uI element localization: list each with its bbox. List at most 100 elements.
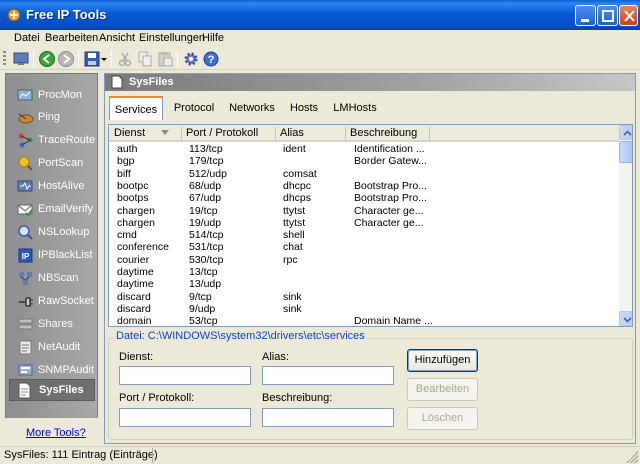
column-header-beschreibung[interactable]: Beschreibung <box>350 127 417 139</box>
port-protokoll-input[interactable] <box>119 408 251 427</box>
sidebar-item-procmon[interactable]: ProcMon <box>9 85 95 106</box>
tab-lmhosts[interactable]: LMHosts <box>329 96 381 120</box>
menu-bearbeiten[interactable]: Bearbeiten <box>45 32 98 44</box>
tab-networks[interactable]: Networks <box>225 96 279 120</box>
rawsocket-icon <box>19 297 33 307</box>
beschreibung-label: Beschreibung: <box>262 392 333 404</box>
table-row[interactable]: daytime 13/tcp <box>109 266 619 278</box>
column-separator[interactable] <box>275 127 276 140</box>
sidebar-item-ipblacklist[interactable]: IP IPBlackList <box>9 245 95 266</box>
monitor-icon[interactable] <box>12 50 30 68</box>
netaudit-icon <box>19 340 32 355</box>
cell-port: 179/tcp <box>189 155 224 168</box>
menu-hilfe[interactable]: Hilfe <box>202 32 224 44</box>
forward-icon[interactable] <box>57 50 75 68</box>
more-tools-link[interactable]: More Tools? <box>26 427 86 439</box>
table-row[interactable]: bootpc 68/udp dhcpc Bootstrap Pro... <box>109 180 619 192</box>
help-icon[interactable]: ? <box>202 50 220 68</box>
title-bar[interactable]: Free IP Tools <box>0 0 640 30</box>
services-list[interactable]: Dienst Port / Protokoll Alias Beschreibu… <box>108 124 633 327</box>
table-row[interactable]: domain 53/tcp Domain Name ... <box>109 315 619 327</box>
sidebar-item-snmpaudit[interactable]: SNMPAudit <box>9 360 95 381</box>
column-header-port[interactable]: Port / Protokoll <box>186 127 258 139</box>
sidebar-item-hostalive[interactable]: HostAlive <box>9 176 95 197</box>
toolbar-separator <box>177 51 178 67</box>
menu-datei[interactable]: Datei <box>14 32 40 44</box>
table-row[interactable]: bgp 179/tcp Border Gatew... <box>109 155 619 167</box>
delete-button[interactable]: Löschen <box>407 407 478 430</box>
cell-dienst: bootps <box>117 192 149 205</box>
table-row[interactable]: bootps 67/udp dhcps Bootstrap Pro... <box>109 192 619 204</box>
save-icon[interactable] <box>83 50 101 68</box>
cell-beschreibung: Border Gatew... <box>354 155 427 168</box>
settings-icon[interactable] <box>182 50 200 68</box>
menu-einstellungen[interactable]: Einstellungen <box>139 32 205 44</box>
menu-ansicht[interactable]: Ansicht <box>99 32 135 44</box>
cell-dienst: bootpc <box>117 179 149 192</box>
sidebar-item-rawsocket[interactable]: RawSocket <box>9 291 95 312</box>
copy-icon[interactable] <box>136 50 154 68</box>
toolbar: ? <box>0 48 640 70</box>
table-row[interactable]: conference 531/tcp chat <box>109 241 619 253</box>
minimize-button[interactable] <box>575 5 596 26</box>
table-row[interactable]: chargen 19/udp ttytst Character ge... <box>109 217 619 229</box>
cell-alias: dhcps <box>283 192 312 205</box>
scroll-up-button[interactable] <box>619 125 632 140</box>
scroll-down-button[interactable] <box>619 311 632 326</box>
sidebar-item-nslookup[interactable]: NSLookup <box>9 222 95 243</box>
close-button[interactable] <box>619 5 638 26</box>
panel-title: SysFiles <box>129 76 174 88</box>
sidebar-item-netaudit[interactable]: NetAudit <box>9 337 95 358</box>
tab-protocol[interactable]: Protocol <box>169 96 219 120</box>
sidebar-item-label: Shares <box>38 318 73 330</box>
table-row[interactable]: discard 9/udp sink <box>109 303 619 315</box>
cell-port: 53/tcp <box>189 315 218 327</box>
vertical-scrollbar[interactable] <box>619 125 632 326</box>
add-button[interactable]: Hinzufügen <box>407 349 478 372</box>
cut-icon[interactable] <box>116 50 134 68</box>
toolbar-grip[interactable] <box>3 51 6 67</box>
sidebar-item-portscan[interactable]: PortScan <box>9 153 95 174</box>
chevron-down-icon[interactable] <box>100 50 108 68</box>
table-row[interactable]: biff 512/udp comsat <box>109 168 619 180</box>
sidebar-item-nbscan[interactable]: NBScan <box>9 268 95 289</box>
beschreibung-input[interactable] <box>262 408 394 427</box>
column-separator[interactable] <box>181 127 182 140</box>
dienst-label: Dienst: <box>119 351 154 363</box>
tab-services[interactable]: Services <box>109 96 163 120</box>
alias-input[interactable] <box>262 366 394 385</box>
sidebar-item-label: NetAudit <box>38 341 81 353</box>
cell-beschreibung: Character ge... <box>354 216 424 229</box>
hostalive-icon <box>17 180 33 192</box>
resize-grip[interactable] <box>626 451 638 463</box>
maximize-button[interactable] <box>597 5 618 26</box>
dienst-input[interactable] <box>119 366 251 385</box>
sidebar-item-emailverify[interactable]: EmailVerify <box>9 199 95 220</box>
sidebar-item-sysfiles[interactable]: SysFiles <box>9 379 95 401</box>
column-separator[interactable] <box>429 127 430 140</box>
sidebar-item-shares[interactable]: Shares <box>9 314 95 335</box>
main-panel: SysFiles Services Protocol Networks Host… <box>104 73 636 444</box>
back-icon[interactable] <box>38 50 56 68</box>
column-header-dienst[interactable]: Dienst <box>114 127 145 139</box>
table-row[interactable]: discard 9/tcp sink <box>109 291 619 303</box>
cell-alias: comsat <box>283 167 317 180</box>
tab-hosts[interactable]: Hosts <box>285 96 323 120</box>
table-row[interactable]: cmd 514/tcp shell <box>109 229 619 241</box>
table-row[interactable]: courier 530/tcp rpc <box>109 254 619 266</box>
chevron-down-icon <box>623 317 632 323</box>
column-separator[interactable] <box>345 127 346 140</box>
column-header-alias[interactable]: Alias <box>280 127 304 139</box>
edit-button[interactable]: Bearbeiten <box>407 378 478 401</box>
sidebar-item-traceroute[interactable]: TraceRoute <box>9 130 95 151</box>
table-row[interactable]: auth 113/tcp ident Identification ... <box>109 143 619 155</box>
scroll-thumb[interactable] <box>619 141 632 163</box>
table-row[interactable]: daytime 13/udp <box>109 278 619 290</box>
cell-dienst: cmd <box>117 229 137 242</box>
sidebar: ProcMon Ping TraceRoute PortScan HostAli… <box>5 73 98 444</box>
table-row[interactable]: chargen 19/tcp ttytst Character ge... <box>109 205 619 217</box>
paste-icon[interactable] <box>156 50 174 68</box>
maximize-icon <box>602 10 614 22</box>
sidebar-item-ping[interactable]: Ping <box>9 107 95 128</box>
sysfiles-icon <box>111 75 123 89</box>
